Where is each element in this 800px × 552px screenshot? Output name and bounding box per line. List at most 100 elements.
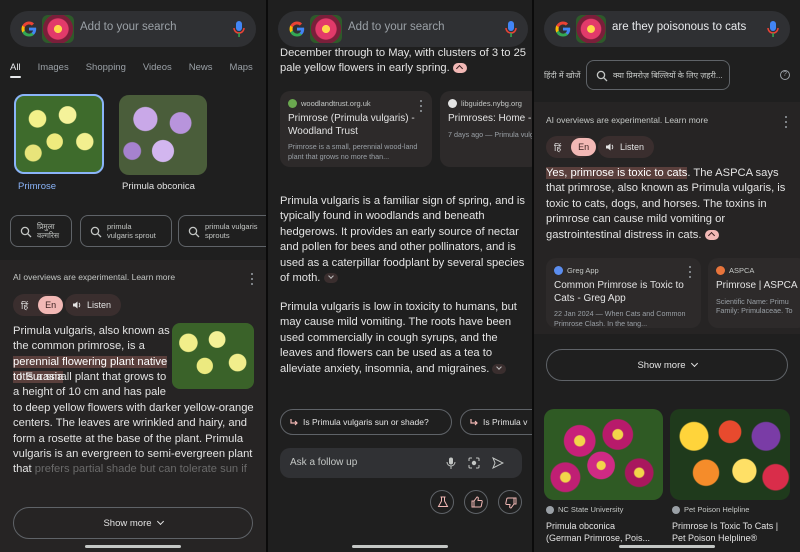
ai-text-start: Primula vulgaris, also known as the comm…: [13, 325, 170, 353]
mic-icon[interactable]: [446, 457, 456, 469]
image-result-primrose[interactable]: [14, 94, 104, 174]
source-snippet: 22 Jan 2024 — When Cats and Common Primr…: [554, 309, 686, 328]
search-bar[interactable]: are they poisonous to cats: [544, 11, 790, 47]
ai-text-highlight[interactable]: Yes, primrose is toxic to cats: [546, 167, 688, 179]
help-icon[interactable]: ?: [780, 70, 790, 80]
mic-icon[interactable]: [232, 20, 246, 38]
language-toggle[interactable]: हिं En: [13, 294, 64, 316]
ask-followup-input[interactable]: Ask a follow up: [280, 448, 522, 478]
more-options-icon[interactable]: [250, 273, 254, 285]
expand-sources-icon[interactable]: [323, 273, 338, 284]
result-image-primula-obconica[interactable]: [544, 409, 663, 500]
followup-suggestion[interactable]: Is Primula vulgaris sun or shade?: [280, 409, 452, 435]
tab-all[interactable]: All: [10, 62, 21, 78]
learn-more-link[interactable]: Learn more: [132, 272, 175, 282]
report-button[interactable]: [430, 490, 454, 514]
search-icon: [90, 226, 102, 238]
chip-line: primula: [107, 222, 132, 231]
lang-hindi[interactable]: हिं: [546, 141, 569, 154]
collapse-sources-icon[interactable]: [452, 63, 467, 74]
ai-overview-text-rest: . It's a small plant that grows to a hei…: [13, 370, 261, 494]
listen-button[interactable]: Listen: [598, 136, 655, 158]
search-icon: [20, 226, 32, 238]
flask-icon: [437, 496, 449, 507]
result-title[interactable]: Primula obconica (German Primrose, Pois.…: [546, 520, 650, 544]
lang-english[interactable]: En: [38, 296, 64, 314]
chip-line: vulgaris sprout: [107, 231, 156, 240]
more-options-icon[interactable]: [419, 100, 423, 112]
language-toggle[interactable]: हिं En: [546, 136, 597, 158]
expand-sources-icon[interactable]: [492, 363, 507, 374]
mic-icon[interactable]: [504, 20, 518, 38]
search-bar[interactable]: Add to your search: [278, 11, 528, 47]
related-search-chip[interactable]: primula vulgaris sprouts: [178, 215, 266, 247]
source-title: Common Primrose is Toxic to Cats - Greg …: [554, 280, 684, 304]
home-indicator[interactable]: [352, 545, 448, 548]
lang-english[interactable]: En: [571, 138, 597, 156]
followup-label: Is Primula vulgaris sun or shade?: [303, 417, 429, 427]
collapse-sources-icon[interactable]: [704, 229, 719, 240]
ai-text-faded: prefers partial shade but can tolerate s…: [34, 463, 247, 476]
related-search-chip[interactable]: प्रिमुला वल्गरिस: [10, 215, 72, 247]
reply-arrow-icon: [290, 419, 298, 426]
learn-more-link[interactable]: Learn more: [665, 115, 708, 125]
thumbs-down-icon: [505, 497, 517, 509]
search-bar[interactable]: Add to your search: [10, 11, 256, 47]
result-title-line: Primula obconica: [546, 521, 616, 531]
tab-images[interactable]: Images: [38, 62, 69, 73]
chip-line: primula vulgaris: [205, 222, 258, 231]
result-title-line: (German Primrose, Pois...: [546, 533, 651, 543]
image-label-primrose[interactable]: Primrose: [18, 181, 56, 192]
send-icon[interactable]: [492, 457, 504, 469]
result-title-line: Primrose Is Toxic To Cats |: [672, 521, 779, 531]
source-title-text: Primroses: Home - Guides at New York: [448, 113, 532, 124]
source-snippet: 7 days ago — Primula vulgaris. - An ever…: [448, 129, 532, 139]
related-search-chip[interactable]: primula vulgaris sprout: [80, 215, 172, 247]
source-card[interactable]: libguides.nybg.org Primroses: Home - Gui…: [440, 91, 532, 167]
result-title[interactable]: Primrose Is Toxic To Cats | Pet Poison H…: [672, 520, 778, 544]
lang-hindi[interactable]: हिं: [13, 299, 36, 312]
hindi-search-suggestion[interactable]: क्या प्रिमरोज़ बिल्लियों के लिए ज़हरी...: [586, 60, 730, 90]
listen-label: Listen: [620, 142, 645, 152]
search-input[interactable]: Add to your search: [348, 21, 445, 33]
source-card[interactable]: woodlandtrust.org.uk Primrose (Primula v…: [280, 91, 432, 167]
result-title-line: Pet Poison Helpline®: [672, 533, 758, 543]
tab-news[interactable]: News: [189, 62, 213, 73]
source-site: woodlandtrust.org.uk: [301, 99, 371, 108]
ai-disclaimer: AI overviews are experimental.: [13, 272, 130, 282]
lens-icon[interactable]: [468, 457, 480, 469]
query-image-thumbnail[interactable]: [42, 15, 74, 43]
more-options-icon[interactable]: [784, 116, 788, 128]
thumbs-down-button[interactable]: [498, 490, 522, 514]
ai-overview-header: AI overviews are experimental. Learn mor…: [13, 272, 175, 282]
home-indicator[interactable]: [619, 545, 715, 548]
tab-maps[interactable]: Maps: [230, 62, 253, 73]
mic-icon[interactable]: [766, 20, 780, 38]
panel-primrose-overview: Add to your search December through to M…: [268, 0, 532, 552]
more-options-icon[interactable]: [688, 266, 692, 278]
result-image-primrose-cats[interactable]: [670, 409, 790, 500]
search-input[interactable]: Add to your search: [80, 21, 177, 33]
google-logo-icon: [21, 21, 37, 37]
ai-overview-header: AI overviews are experimental. Learn mor…: [546, 115, 708, 125]
source-card[interactable]: Greg App Common Primrose is Toxic to Cat…: [546, 258, 701, 328]
show-more-button[interactable]: Show more: [546, 349, 788, 381]
image-label-obconica[interactable]: Primula obconica: [122, 181, 195, 192]
query-image-thumbnail[interactable]: [310, 15, 342, 43]
ai-text-rest: . It's a small plant that grows to a hei…: [13, 371, 254, 476]
search-input[interactable]: are they poisonous to cats: [612, 21, 746, 33]
home-indicator[interactable]: [85, 545, 181, 548]
show-more-button[interactable]: Show more: [13, 507, 253, 539]
site-favicon-icon: [288, 99, 297, 108]
query-image-thumbnail[interactable]: [576, 15, 606, 43]
search-in-hindi-label[interactable]: हिंदी में खोजें: [544, 70, 580, 81]
followup-suggestion[interactable]: Is Primula v: [460, 409, 532, 435]
source-card[interactable]: ASPCA Primrose | ASPCA Scientific Name: …: [708, 258, 800, 328]
result-source: Pet Poison Helpline: [672, 505, 749, 514]
tab-shopping[interactable]: Shopping: [86, 62, 126, 73]
thumbs-up-icon: [471, 496, 483, 508]
thumbs-up-button[interactable]: [464, 490, 488, 514]
image-result-primula-obconica[interactable]: [119, 95, 207, 175]
tab-videos[interactable]: Videos: [143, 62, 172, 73]
listen-button[interactable]: Listen: [65, 294, 122, 316]
